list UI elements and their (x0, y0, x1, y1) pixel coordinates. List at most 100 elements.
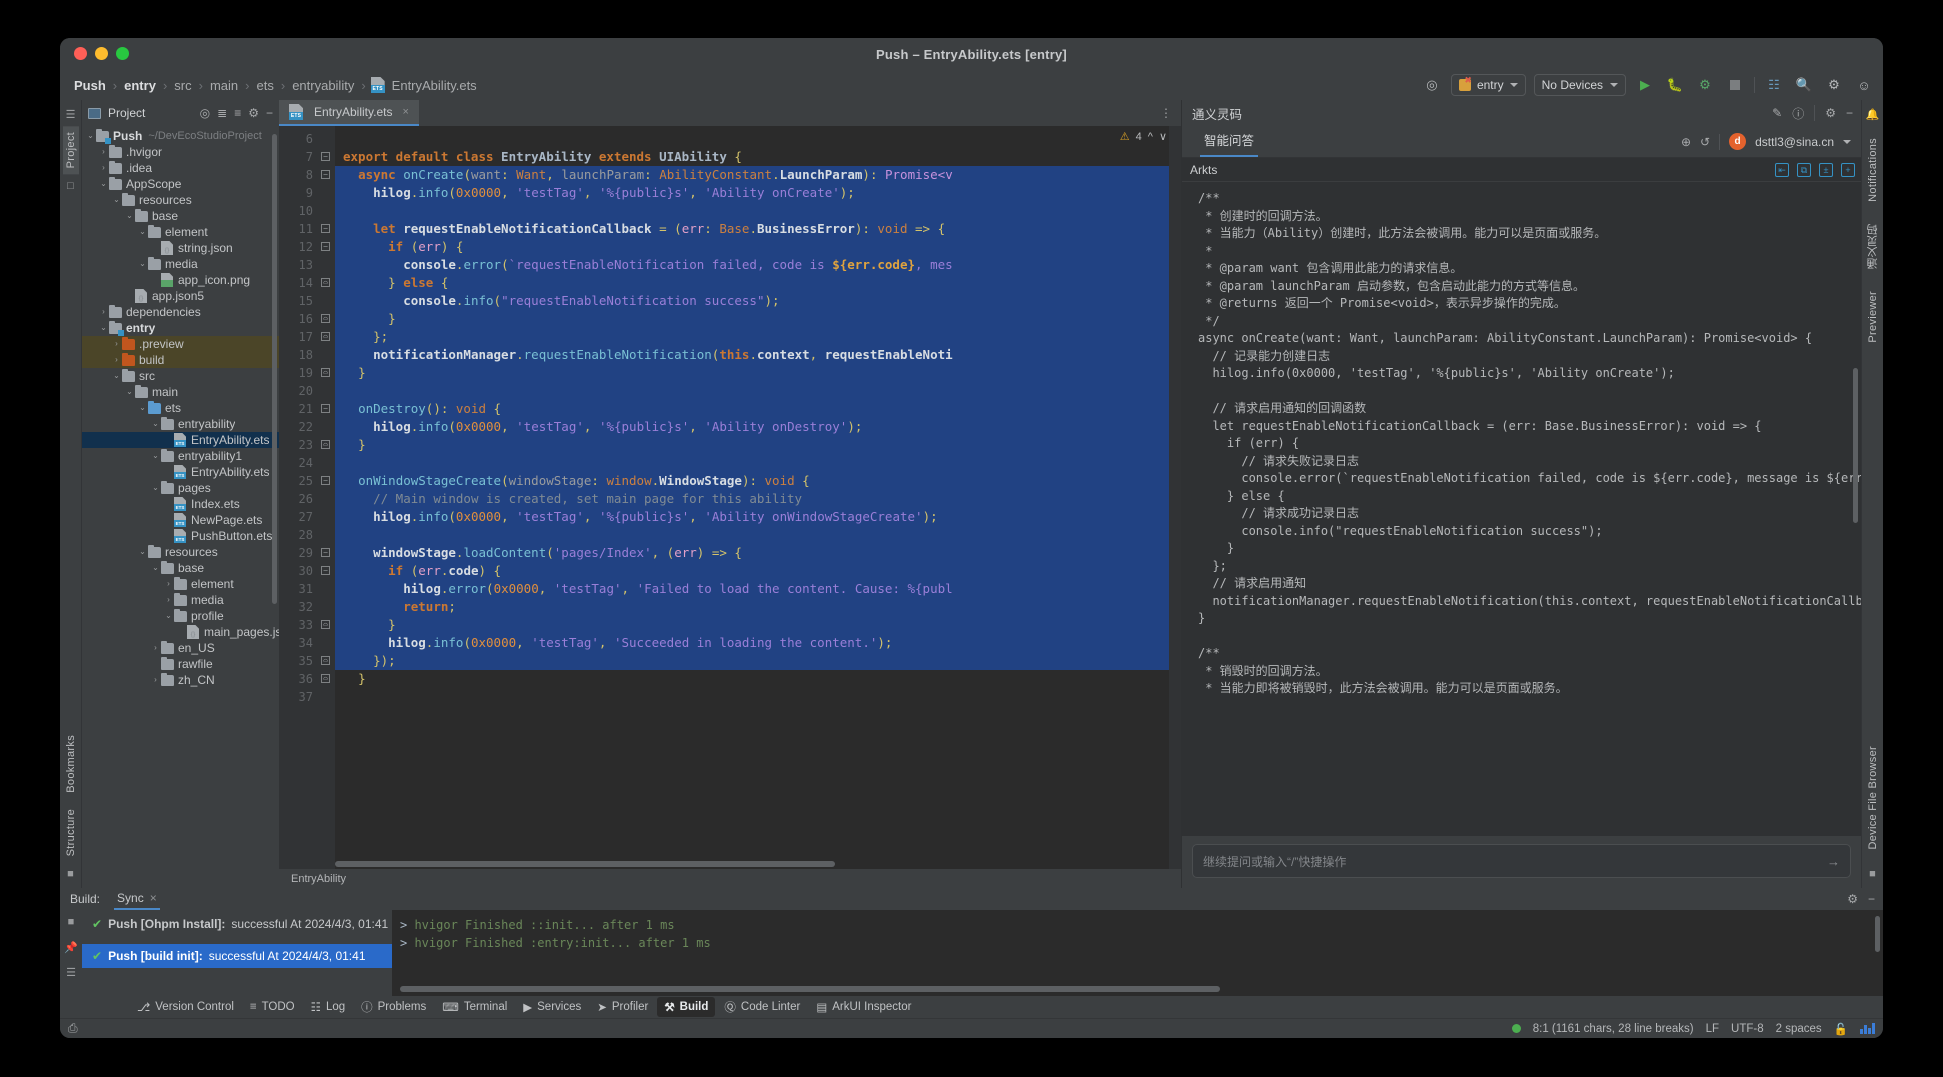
fold-end-icon[interactable]: ⌓ (321, 368, 330, 377)
chevron-right-icon[interactable]: › (163, 592, 174, 608)
breadcrumb-item-1[interactable]: entry (122, 78, 158, 93)
breadcrumb-item-6[interactable]: EntryAbility.ets (390, 78, 479, 93)
tree-row[interactable]: ETS EntryAbility.ets (82, 432, 279, 448)
traffic-lights[interactable] (74, 47, 129, 60)
chevron-right-icon[interactable]: › (163, 576, 174, 592)
fold-collapse-icon[interactable]: − (321, 170, 330, 179)
ai-panel-scrollbar[interactable] (1853, 368, 1858, 523)
filter-icon[interactable]: ☰ (63, 964, 79, 980)
breadcrumb-item-5[interactable]: entryability (290, 78, 356, 93)
fold-collapse-icon[interactable]: − (321, 566, 330, 575)
chevron-right-icon[interactable]: › (98, 160, 109, 176)
fold-end-icon[interactable]: ⌓ (321, 440, 330, 449)
code-line[interactable]: hilog.info(0x0000, 'testTag', '%{public}… (335, 184, 1181, 202)
breadcrumb-item-4[interactable]: ets (255, 78, 276, 93)
search-icon[interactable]: 🔍 (1793, 74, 1815, 96)
tree-row[interactable]: {} main_pages.json (82, 624, 279, 640)
sidebar-item-previewer[interactable]: Previewer (1865, 285, 1881, 349)
close-window-button[interactable] (74, 47, 87, 60)
code-line[interactable] (335, 688, 1181, 706)
code-line[interactable]: notificationManager.requestEnableNotific… (335, 346, 1181, 364)
line-number[interactable]: 28 (279, 526, 335, 544)
tree-row[interactable]: › build (82, 352, 279, 368)
chevron-right-icon[interactable]: › (98, 304, 109, 320)
tree-row[interactable]: › dependencies (82, 304, 279, 320)
tree-row[interactable]: › .preview (82, 336, 279, 352)
target-icon[interactable]: ◎ (1421, 74, 1443, 96)
tab-sync[interactable]: Sync × (114, 889, 160, 910)
code-editor[interactable]: 6−7−8 9 10−11−12 13 ⌓ 14 15 ⌓ 16 ⌓ 17 18 ⌓ 19 20−21 22 ⌓… (279, 126, 1181, 869)
fold-collapse-icon[interactable]: − (321, 548, 330, 557)
chevron-down-icon[interactable]: ⌄ (111, 192, 122, 208)
select-opened-file-icon[interactable]: ◎ (200, 106, 210, 120)
tool-tab-todo[interactable]: ≡ TODO (243, 998, 302, 1016)
line-number[interactable]: 6 (279, 130, 335, 148)
tree-row[interactable]: ⌄ entryability1 (82, 448, 279, 464)
code-line[interactable]: }); (335, 652, 1181, 670)
code-line[interactable]: } (335, 364, 1181, 382)
build-log-output[interactable]: > hvigor Finished ::init... after 1 ms > … (392, 910, 1883, 996)
chevron-right-icon[interactable]: › (111, 336, 122, 352)
chevron-down-icon[interactable]: ⌄ (124, 208, 135, 224)
code-line[interactable]: if (err.code) { (335, 562, 1181, 580)
chevron-down-icon[interactable]: ⌄ (111, 368, 122, 384)
line-number[interactable]: 9 (279, 184, 335, 202)
tool-tab-problems[interactable]: ⓘ Problems (354, 996, 433, 1018)
code-line[interactable]: } (335, 616, 1181, 634)
chevron-right-icon[interactable]: › (111, 352, 122, 368)
hide-icon[interactable]: − (1846, 106, 1853, 120)
tool-tab-code-linter[interactable]: Ⓠ Code Linter (717, 996, 807, 1018)
build-log-hscrollbar[interactable] (400, 986, 1220, 992)
tool-tab-version-control[interactable]: ⎇ Version Control (130, 997, 241, 1017)
collapse-all-icon[interactable]: ≡ (234, 106, 241, 120)
tool-tab-profiler[interactable]: ➤ Profiler (590, 997, 655, 1017)
bell-icon[interactable]: 🔔 (1865, 106, 1881, 122)
sidebar-item-project[interactable]: Project (62, 126, 79, 175)
insert-at-cursor-icon[interactable]: ⇤ (1775, 162, 1789, 177)
build-event-row[interactable]: ✔ Push [Ohpm Install]: successful At 2024… (82, 912, 392, 936)
code-line[interactable]: hilog.info(0x0000, 'testTag', '%{public}… (335, 418, 1181, 436)
gear-icon[interactable]: ⚙ (1823, 74, 1845, 96)
memory-indicator[interactable] (1860, 1023, 1875, 1034)
chevron-down-icon[interactable]: ⌄ (137, 256, 148, 272)
copy-icon[interactable]: ⧉ (1797, 162, 1811, 177)
code-line[interactable]: if (err) { (335, 238, 1181, 256)
history-icon[interactable]: ↺ (1700, 135, 1710, 149)
more-tool-windows-icon[interactable]: ■ (63, 866, 79, 882)
tree-row[interactable]: app_icon.png (82, 272, 279, 288)
chevron-down-icon[interactable]: ⌄ (137, 400, 148, 416)
gear-icon[interactable]: ⚙ (248, 106, 259, 120)
tree-row[interactable]: ⌄ media (82, 256, 279, 272)
tree-row[interactable]: ETS EntryAbility.ets (82, 464, 279, 480)
close-icon[interactable]: × (150, 891, 157, 905)
more-tool-windows-icon[interactable]: ■ (1865, 866, 1881, 882)
tool-tab-terminal[interactable]: ⌨ Terminal (435, 997, 514, 1017)
code-line[interactable]: } else { (335, 274, 1181, 292)
chevron-down-icon[interactable]: ⌄ (98, 320, 109, 336)
stop-icon[interactable] (1724, 74, 1746, 96)
account-icon[interactable]: ☺ (1853, 74, 1875, 96)
sidebar-item-structure[interactable]: Structure (63, 803, 79, 862)
code-line[interactable]: async onCreate(want: Want, launchParam: … (335, 166, 1181, 184)
build-event-row[interactable]: ✔ Push [build init]: successful At 2024/4… (82, 944, 392, 968)
code-line[interactable]: } (335, 670, 1181, 688)
close-tab-icon[interactable]: × (402, 106, 408, 118)
build-log-vscrollbar[interactable] (1875, 916, 1880, 952)
line-number[interactable]: 10 (279, 202, 335, 220)
fold-end-icon[interactable]: ⌓ (321, 674, 330, 683)
zoom-window-button[interactable] (116, 47, 129, 60)
line-number[interactable]: 32 (279, 598, 335, 616)
sidebar-item-notifications[interactable]: Notifications (1865, 132, 1881, 208)
chevron-down-icon[interactable]: ⌄ (150, 480, 161, 496)
fold-collapse-icon[interactable]: − (321, 404, 330, 413)
file-encoding[interactable]: UTF-8 (1731, 1023, 1764, 1035)
device-selector[interactable]: No Devices (1533, 74, 1626, 96)
preview-icon[interactable]: ⎙ (60, 1021, 78, 1036)
chevron-down-icon[interactable]: ⌄ (98, 176, 109, 192)
fold-collapse-icon[interactable]: − (321, 476, 330, 485)
code-line[interactable]: console.error(`requestEnableNotification… (335, 256, 1181, 274)
code-line[interactable]: onDestroy(): void { (335, 400, 1181, 418)
chevron-down-icon[interactable]: ⌄ (163, 608, 174, 624)
fold-collapse-icon[interactable]: − (321, 152, 330, 161)
line-number[interactable]: 27 (279, 508, 335, 526)
